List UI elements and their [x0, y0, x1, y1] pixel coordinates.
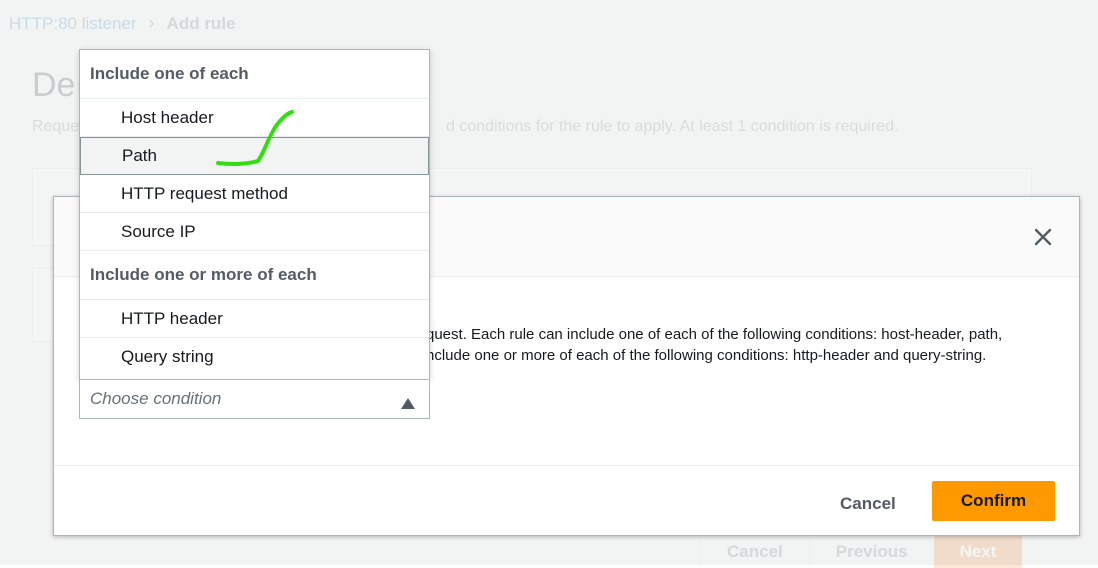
group-header: Include one or more of each [80, 251, 429, 300]
option-host-header[interactable]: Host header [80, 99, 429, 137]
page-description-right: d conditions for the rule to apply. At l… [446, 118, 899, 135]
wizard-next-button[interactable]: Next [933, 536, 1023, 568]
caret-up-icon [401, 394, 415, 414]
breadcrumb-parent-link[interactable]: HTTP:80 listener [9, 14, 137, 34]
option-http-header[interactable]: HTTP header [80, 300, 429, 338]
modal-description-line2: nclude one or more of each of the follow… [426, 347, 987, 364]
chevron-right-icon: › [148, 13, 155, 33]
confirm-button[interactable]: Confirm [932, 481, 1055, 521]
option-path[interactable]: Path [80, 137, 429, 175]
page-description-left: Reque [32, 118, 80, 135]
option-source-ip[interactable]: Source IP [80, 213, 429, 251]
wizard-previous-button[interactable]: Previous [808, 536, 934, 568]
condition-dropdown-menu: Include one of each Host header Path HTT… [79, 49, 430, 379]
modal-description: quest. Each rule can include one of each… [426, 324, 1002, 366]
page-title: De [32, 66, 76, 104]
close-icon[interactable] [1033, 227, 1053, 247]
option-query-string[interactable]: Query string [80, 338, 429, 376]
breadcrumb: HTTP:80 listener › Add rule [9, 13, 236, 34]
modal-footer: Cancel Confirm [54, 465, 1079, 537]
modal-description-line1: quest. Each rule can include one of each… [426, 326, 1003, 343]
wizard-cancel-button[interactable]: Cancel [700, 536, 809, 568]
wizard-footer: Cancel Previous Next [700, 536, 1023, 568]
option-http-request-method[interactable]: HTTP request method [80, 175, 429, 213]
group-header: Include one of each [80, 50, 429, 99]
cancel-button[interactable]: Cancel [822, 486, 914, 522]
select-placeholder: Choose condition [90, 389, 222, 408]
condition-select[interactable]: Choose condition [79, 379, 430, 419]
page-description: Reque d conditions for the rule to apply… [32, 118, 898, 136]
breadcrumb-current: Add rule [166, 13, 236, 33]
